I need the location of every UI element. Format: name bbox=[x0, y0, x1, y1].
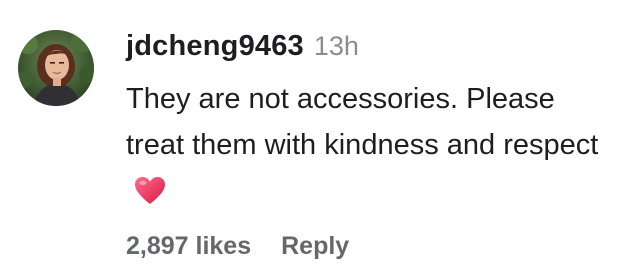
red-heart-icon bbox=[134, 174, 166, 220]
comment-content: jdcheng9463 13h They are not accessories… bbox=[126, 30, 616, 220]
comment-header: jdcheng9463 13h bbox=[126, 30, 616, 70]
avatar[interactable] bbox=[18, 30, 94, 106]
avatar-photo bbox=[18, 30, 94, 106]
timestamp[interactable]: 13h bbox=[314, 31, 359, 62]
comment: jdcheng9463 13h They are not accessories… bbox=[0, 0, 634, 272]
username[interactable]: jdcheng9463 bbox=[126, 30, 304, 63]
comment-text-block: They are not accessories. Please treat t… bbox=[126, 76, 606, 220]
reply-button[interactable]: Reply bbox=[281, 232, 349, 261]
comment-actions: 2,897 likes Reply bbox=[126, 232, 349, 261]
comment-text: They are not accessories. Please treat t… bbox=[126, 83, 599, 161]
likes-count[interactable]: 2,897 likes bbox=[126, 232, 251, 261]
